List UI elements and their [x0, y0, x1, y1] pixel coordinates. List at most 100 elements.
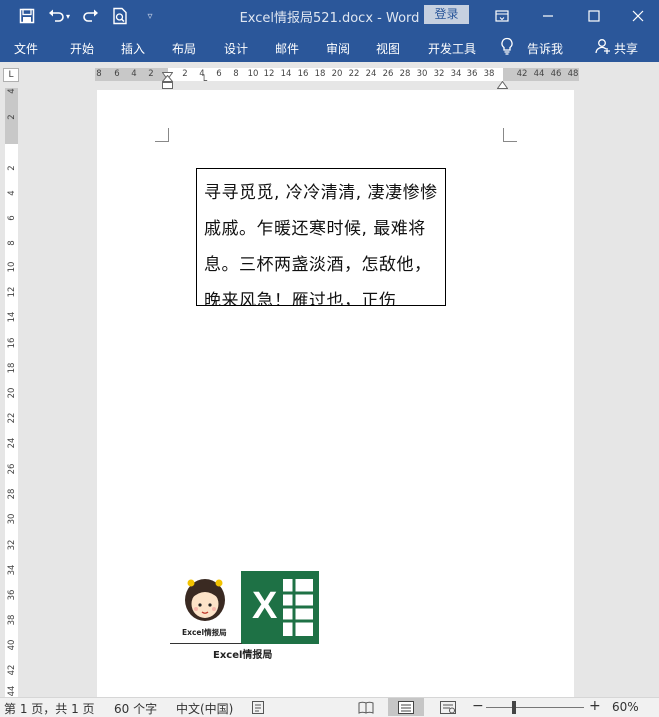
lightbulb-icon[interactable]: [500, 37, 514, 58]
tell-me-button[interactable]: 告诉我: [527, 40, 563, 57]
vruler-number: 44: [7, 685, 17, 697]
vruler-number: 28: [7, 488, 17, 500]
ruler-number: 26: [382, 69, 394, 79]
vruler-number: 12: [7, 286, 17, 298]
ribbon-display-options-icon[interactable]: [479, 0, 525, 31]
logo-underline: [170, 643, 242, 644]
vruler-number: 22: [7, 412, 17, 424]
ruler-number: 28: [399, 69, 411, 79]
ruler-number: 6: [114, 69, 120, 79]
tab-mailings[interactable]: 邮件: [275, 40, 299, 57]
vruler-number: 34: [7, 564, 17, 576]
ruler-number: 44: [533, 69, 545, 79]
vruler-number: 14: [7, 311, 17, 323]
zoom-slider-thumb[interactable]: [512, 701, 516, 714]
ribbon-tabs: 文件 开始 插入 布局 设计 邮件 审阅 视图 开发工具 告诉我 共享: [0, 31, 659, 62]
ruler-number: 46: [550, 69, 562, 79]
print-preview-icon[interactable]: [110, 6, 130, 26]
vruler-number: 42: [7, 664, 17, 676]
vruler-number: 38: [7, 614, 17, 626]
tab-file[interactable]: 文件: [14, 40, 38, 57]
minimize-icon[interactable]: [525, 0, 571, 31]
ruler-number: 8: [233, 69, 239, 79]
vruler-number: 30: [7, 513, 17, 525]
vruler-number: 2: [7, 114, 17, 120]
excel-logo-image: X: [241, 571, 319, 644]
margin-corner-mark: [155, 128, 169, 142]
ruler-number: 22: [348, 69, 360, 79]
ruler-number: 38: [483, 69, 495, 79]
zoom-in-button[interactable]: +: [589, 698, 601, 714]
title-bar: ▾ ▿ Excel情报局521.docx - Word 登录: [0, 0, 659, 31]
vruler-number: 10: [7, 261, 17, 273]
vruler-number: 16: [7, 337, 17, 349]
tab-insert[interactable]: 插入: [121, 40, 145, 57]
ruler-number: 16: [297, 69, 309, 79]
vruler-number: 26: [7, 463, 17, 475]
ruler-number: 6: [216, 69, 222, 79]
ruler-number: 30: [416, 69, 428, 79]
vruler-number: 24: [7, 437, 17, 449]
vruler-number: 18: [7, 362, 17, 374]
share-button[interactable]: 共享: [614, 40, 638, 57]
tab-review[interactable]: 审阅: [326, 40, 350, 57]
zoom-level[interactable]: 60%: [612, 700, 639, 714]
vruler-number: 40: [7, 639, 17, 651]
vruler-number: 4: [7, 88, 17, 94]
margin-corner-mark: [503, 128, 517, 142]
zoom-out-button[interactable]: −: [472, 698, 484, 714]
mascot-image: [180, 576, 230, 632]
vruler-number: 2: [7, 165, 17, 171]
print-layout-icon: [398, 701, 414, 717]
text-box[interactable]: 寻寻觅觅, 冷冷清清, 凄凄惨惨戚戚。乍暖还寒时候, 最难将息。三杯两盏淡酒，怎…: [196, 168, 446, 306]
share-user-icon[interactable]: [595, 38, 611, 57]
maximize-icon[interactable]: [571, 0, 617, 31]
macro-record-icon[interactable]: [252, 701, 264, 717]
tab-developer[interactable]: 开发工具: [428, 40, 476, 57]
ruler-number: 20: [331, 69, 343, 79]
undo-dropdown-icon[interactable]: ▾: [63, 6, 73, 26]
vruler-number: 8: [7, 240, 17, 246]
redo-icon[interactable]: [80, 6, 100, 26]
ruler-number: 32: [433, 69, 445, 79]
zoom-slider-track[interactable]: [486, 707, 584, 708]
save-icon[interactable]: [17, 6, 37, 26]
ruler-number: 42: [516, 69, 528, 79]
word-count[interactable]: 60 个字: [114, 700, 157, 717]
close-icon[interactable]: [615, 0, 659, 31]
ruler-number: 36: [466, 69, 478, 79]
ruler-number: 34: [450, 69, 462, 79]
ruler-number: 18: [314, 69, 326, 79]
excel-logo-letter: X: [252, 585, 278, 627]
ruler-number: 10: [247, 69, 259, 79]
ruler-number: 8: [96, 69, 102, 79]
tab-design[interactable]: 设计: [224, 40, 248, 57]
read-mode-icon[interactable]: [358, 701, 374, 717]
customize-qat-icon[interactable]: ▿: [140, 6, 160, 26]
vruler-number: 20: [7, 387, 17, 399]
ruler-number: 24: [365, 69, 377, 79]
tab-layout[interactable]: 布局: [172, 40, 196, 57]
web-layout-icon[interactable]: [440, 701, 456, 717]
logo-caption: Excel情报局: [213, 650, 273, 661]
language-indicator[interactable]: 中文(中国): [176, 700, 233, 717]
vruler-number: 6: [7, 215, 17, 221]
login-button[interactable]: 登录: [424, 5, 469, 24]
vruler-number: 4: [7, 190, 17, 196]
mascot-label: Excel情报局: [182, 628, 227, 637]
tab-home[interactable]: 开始: [70, 40, 94, 57]
vruler-number: 36: [7, 589, 17, 601]
tab-view[interactable]: 视图: [376, 40, 400, 57]
ruler-number: 12: [263, 69, 275, 79]
text-box-content[interactable]: 寻寻觅觅, 冷冷清清, 凄凄惨惨戚戚。乍暖还寒时候, 最难将息。三杯两盏淡酒，怎…: [204, 175, 439, 305]
ruler-number: 48: [567, 69, 579, 79]
ruler-number: 2: [182, 69, 188, 79]
status-bar: 第 1 页，共 1 页 60 个字 中文(中国) − + 60%: [0, 697, 659, 717]
vruler-number: 32: [7, 539, 17, 551]
ruler-number: 14: [280, 69, 292, 79]
ruler-number: 4: [131, 69, 137, 79]
tab-stop-marker[interactable]: └: [201, 76, 207, 87]
ruler-number: 2: [148, 69, 154, 79]
tab-selector[interactable]: L: [3, 68, 19, 82]
page-count[interactable]: 第 1 页，共 1 页: [4, 700, 95, 717]
